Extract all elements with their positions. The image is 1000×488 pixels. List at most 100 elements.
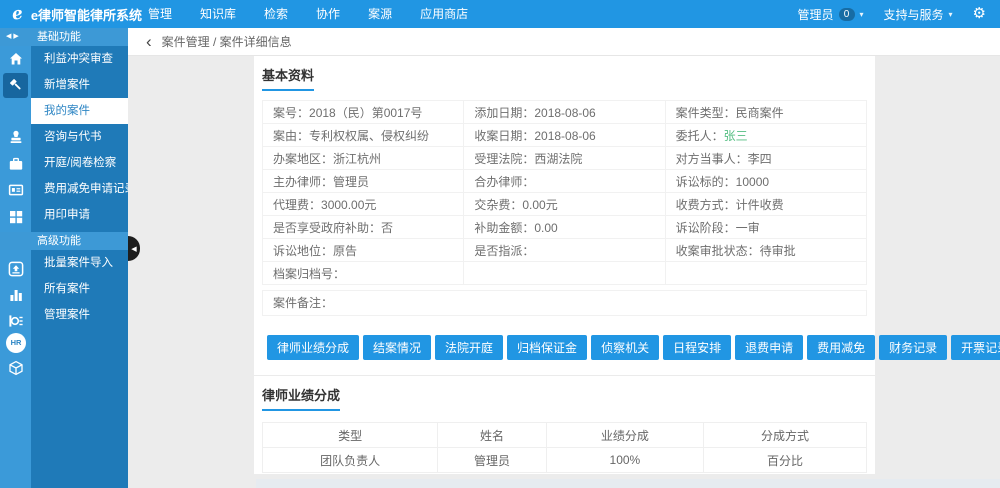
basic-info-title: 基本资料 [262, 65, 314, 91]
chevron-down-icon: ▾ [860, 10, 864, 19]
sidebar-item-batch-import[interactable]: 批量案件导入 [31, 250, 128, 276]
info-value: 一审 [736, 221, 760, 235]
info-value: 管理员 [333, 175, 369, 189]
table-row: 团队负责人 管理员 100% 百分比 [263, 448, 867, 473]
topnav-case-source[interactable]: 案源 [354, 0, 406, 28]
bar-chart-icon[interactable] [8, 287, 24, 303]
breadcrumb[interactable]: ‹ 案件管理 / 案件详细信息 [128, 28, 1000, 56]
sidebar-advanced-items: 批量案件导入 所有案件 管理案件 [31, 250, 128, 328]
col-method: 分成方式 [703, 423, 866, 448]
remark-label: 案件备注： [273, 296, 333, 310]
sidebar-basic-items: 利益冲突审查 新增案件 我的案件 咨询与代书 开庭/阅卷检察 费用减免申请记录 … [31, 46, 128, 228]
sidebar-item-all-cases[interactable]: 所有案件 [31, 276, 128, 302]
schedule-button[interactable]: 日程安排 [663, 335, 731, 360]
info-value: 李四 [748, 152, 772, 166]
briefcase-icon[interactable] [8, 156, 24, 172]
sidebar-item-fee-waiver-records[interactable]: 费用减免申请记录 [31, 176, 128, 202]
support-dropdown[interactable]: 支持与服务 ▾ [884, 6, 953, 23]
info-value: 待审批 [760, 244, 796, 258]
info-cell: 添加日期：2018-08-06 [464, 101, 665, 124]
info-label: 添加日期： [474, 106, 534, 120]
topnav-collaborate[interactable]: 协作 [302, 0, 354, 28]
horizontal-scrollbar[interactable] [256, 479, 1000, 488]
info-label: 办案地区： [273, 152, 333, 166]
info-cell: 案号：2018（民）第0017号 [263, 101, 464, 124]
collapse-arrows-icon[interactable]: ◀▶ [6, 31, 28, 43]
info-value: 10000 [736, 175, 769, 189]
cell-type: 团队负责人 [263, 448, 438, 473]
action-button-row: 律师业绩分成 结案情况 法院开庭 归档保证金 侦察机关 日程安排 退费申请 费用… [262, 335, 867, 360]
court-session-button[interactable]: 法院开庭 [435, 335, 503, 360]
info-cell: 案由：专利权权属、侵权纠纷 [263, 124, 464, 147]
sidebar: HR 基础功能 ◀▶ 利益冲突审查 新增案件 我的案件 咨询与代书 开庭/阅卷检… [0, 28, 128, 488]
app-window: e e律师智能律所系统 管理 知识库 检索 协作 案源 应用商店 管理员 0 ▾… [0, 0, 1000, 488]
cube-icon[interactable] [8, 360, 24, 376]
sidebar-item-my-cases[interactable]: 我的案件 [31, 98, 128, 124]
topnav-search[interactable]: 检索 [250, 0, 302, 28]
breadcrumb-path: 案件管理 / 案件详细信息 [162, 33, 292, 50]
gavel-icon[interactable] [8, 77, 24, 93]
stamp-icon[interactable] [8, 129, 24, 145]
sidebar-item-new-case[interactable]: 新增案件 [31, 72, 128, 98]
investigation-agency-button[interactable]: 侦察机关 [591, 335, 659, 360]
table-header-row: 类型 姓名 业绩分成 分成方式 [263, 423, 867, 448]
table-row: 案号：2018（民）第0017号 添加日期：2018-08-06 案件类型：民商… [263, 101, 867, 124]
info-label: 代理费： [273, 198, 321, 212]
hr-icon[interactable]: HR [6, 333, 26, 353]
batch-upload-icon[interactable] [8, 261, 24, 277]
info-cell: 诉讼地位：原告 [263, 239, 464, 262]
info-cell: 办案地区：浙江杭州 [263, 147, 464, 170]
fee-waiver-button[interactable]: 费用减免 [807, 335, 875, 360]
gear-icon[interactable]: ⚙ [973, 0, 986, 28]
info-label: 诉讼地位： [273, 244, 333, 258]
table-row: 案由：专利权权属、侵权纠纷 收案日期：2018-08-06 委托人：张三 [263, 124, 867, 147]
home-icon[interactable] [8, 51, 24, 67]
info-label: 案件类型： [676, 106, 736, 120]
case-closing-button[interactable]: 结案情况 [363, 335, 431, 360]
sidebar-item-court-session[interactable]: 开庭/阅卷检察 [31, 150, 128, 176]
finance-records-button[interactable]: 财务记录 [879, 335, 947, 360]
topbar-right: 管理员 0 ▾ 支持与服务 ▾ ⚙ [797, 0, 1000, 28]
info-label: 案号： [273, 106, 309, 120]
cell-name: 管理员 [438, 448, 547, 473]
info-value: 0.00 [534, 221, 557, 235]
info-label: 档案归档号： [273, 267, 345, 281]
arrow-right-icon: ▶ [13, 33, 20, 40]
info-label: 主办律师： [273, 175, 333, 189]
back-chevron-icon[interactable]: ‹ [146, 29, 152, 55]
case-detail-card: 基本资料 案号：2018（民）第0017号 添加日期：2018-08-06 案件… [254, 56, 875, 474]
id-card-icon[interactable] [8, 182, 24, 198]
user-dropdown[interactable]: 管理员 0 ▾ [797, 6, 863, 23]
info-cell: 诉讼标的：10000 [665, 170, 866, 193]
client-link[interactable]: 张三 [724, 129, 748, 143]
app-logo[interactable]: e e律师智能律所系统 [0, 4, 128, 24]
topnav-manage[interactable]: 管理 [134, 0, 186, 28]
invoice-records-button[interactable]: 开票记录 [951, 335, 1000, 360]
info-cell: 合办律师： [464, 170, 665, 193]
topnav-app-store[interactable]: 应用商店 [406, 0, 482, 28]
case-remark-field: 案件备注： [262, 290, 867, 316]
sidebar-item-consult[interactable]: 咨询与代书 [31, 124, 128, 150]
info-value: 0.00元 [522, 198, 557, 212]
info-value: 浙江杭州 [333, 152, 381, 166]
info-value: 专利权权属、侵权纠纷 [309, 129, 429, 143]
grid-icon[interactable] [8, 209, 24, 225]
lawyer-performance-button[interactable]: 律师业绩分成 [267, 335, 359, 360]
sidebar-section-advanced[interactable]: 高级功能 [0, 232, 128, 250]
info-label: 对方当事人： [676, 152, 748, 166]
info-label: 受理法院： [474, 152, 534, 166]
topnav-knowledge[interactable]: 知识库 [186, 0, 250, 28]
archive-deposit-button[interactable]: 归档保证金 [507, 335, 587, 360]
info-value: 西湖法院 [534, 152, 582, 166]
info-value: 2018（民）第0017号 [309, 106, 422, 120]
info-cell: 受理法院：西湖法院 [464, 147, 665, 170]
info-cell: 档案归档号： [263, 262, 464, 285]
report-list-icon[interactable] [8, 313, 24, 329]
sidebar-item-conflict-check[interactable]: 利益冲突审查 [31, 46, 128, 72]
sidebar-item-manage-cases[interactable]: 管理案件 [31, 302, 128, 328]
sidebar-item-seal-request[interactable]: 用印申请 [31, 202, 128, 228]
info-value: 否 [381, 221, 393, 235]
refund-request-button[interactable]: 退费申请 [735, 335, 803, 360]
info-cell: 交杂费：0.00元 [464, 193, 665, 216]
user-name: 管理员 [797, 6, 833, 23]
